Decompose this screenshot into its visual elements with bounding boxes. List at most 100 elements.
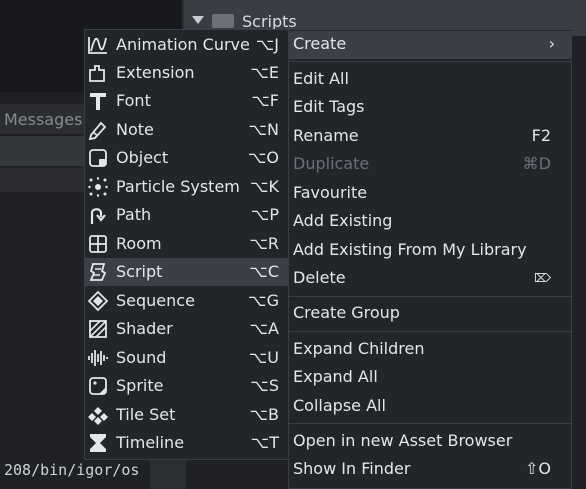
room-icon <box>89 235 107 253</box>
create-submenu: Animation Curve ⌥J Extension ⌥E Font ⌥F … <box>84 29 292 460</box>
menu-item-shortcut: ⌥F <box>251 91 279 110</box>
menu-item-expand-children[interactable]: Expand Children <box>289 336 571 364</box>
messages-tab[interactable]: Messages <box>0 104 86 134</box>
menu-item-note[interactable]: Note ⌥N <box>85 116 291 144</box>
menu-item-rename[interactable]: Rename F2 <box>289 123 571 151</box>
menu-item-extension[interactable]: Extension ⌥E <box>85 59 291 87</box>
menu-item-path[interactable]: Path ⌥P <box>85 201 291 229</box>
menu-item-shortcut: ⌥K <box>250 177 279 196</box>
delete-key-icon: ⌦ <box>534 271 551 285</box>
menu-item-animation-curve[interactable]: Animation Curve ⌥J <box>85 31 291 59</box>
menu-item-label: Rename <box>293 126 359 145</box>
messages-tab-label: Messages <box>4 110 83 129</box>
menu-item-timeline[interactable]: Timeline ⌥T <box>85 429 291 457</box>
path-icon <box>90 208 106 224</box>
menu-item-label: Collapse All <box>293 396 386 415</box>
menu-item-label: Add Existing <box>293 211 393 230</box>
menu-item-font[interactable]: Font ⌥F <box>85 87 291 115</box>
menu-item-label: Sequence <box>116 291 195 310</box>
menu-item-particle-system[interactable]: Particle System ⌥K <box>85 173 291 201</box>
menu-item-label: Create Group <box>293 303 400 322</box>
menu-separator <box>289 296 571 297</box>
menu-item-shortcut: ⇧O <box>525 459 551 478</box>
messages-toolbar <box>0 136 86 166</box>
menu-item-shader[interactable]: Shader ⌥A <box>85 315 291 343</box>
sound-icon <box>88 350 108 366</box>
menu-item-label: Note <box>116 120 154 139</box>
menu-item-create-group[interactable]: Create Group <box>289 300 571 328</box>
menu-item-label: Animation Curve <box>116 35 250 54</box>
extension-icon <box>89 65 105 82</box>
menu-item-script[interactable]: Script ⌥C <box>85 258 291 286</box>
menu-item-edit-all[interactable]: Edit All <box>289 66 571 94</box>
menu-item-shortcut: ⌥E <box>250 63 279 82</box>
menu-item-label: Extension <box>116 63 195 82</box>
tile-set-icon <box>88 407 108 425</box>
sequence-icon <box>87 290 109 312</box>
menu-item-label: Font <box>116 91 151 110</box>
asset-context-menu: Create › Edit All Edit Tags Rename F2 Du… <box>288 29 572 489</box>
menu-item-label: Path <box>116 205 152 224</box>
menu-separator <box>289 61 571 62</box>
folder-icon <box>212 14 234 28</box>
menu-item-expand-all[interactable]: Expand All <box>289 364 571 392</box>
chevron-right-icon: › <box>548 34 555 53</box>
menu-item-shortcut: ⌥U <box>248 348 279 367</box>
menu-item-label: Show In Finder <box>293 459 411 478</box>
menu-item-label: Edit All <box>293 69 349 88</box>
menu-item-shortcut: ⌥C <box>249 262 279 281</box>
menu-item-add-existing-from-library[interactable]: Add Existing From My Library <box>289 237 571 265</box>
expand-triangle-icon[interactable] <box>192 16 204 24</box>
shader-icon <box>89 320 107 338</box>
menu-item-collapse-all[interactable]: Collapse All <box>289 393 571 421</box>
menu-separator <box>289 423 571 424</box>
menu-item-label: Duplicate <box>293 154 370 173</box>
console-output-line: 208/bin/igor/os <box>4 461 140 479</box>
menu-item-label: Add Existing From My Library <box>293 240 527 259</box>
animation-curve-icon <box>88 37 107 54</box>
menu-item-label: Delete <box>293 268 346 287</box>
menu-item-edit-tags[interactable]: Edit Tags <box>289 94 571 122</box>
menu-item-delete[interactable]: Delete ⌦ <box>289 265 571 293</box>
menu-item-label: Script <box>116 262 163 281</box>
messages-list-header <box>0 168 86 192</box>
menu-item-shortcut: ⌥J <box>255 35 279 54</box>
scrollbar-area <box>150 458 186 489</box>
menu-item-label: Favourite <box>293 183 368 202</box>
timeline-icon <box>90 434 106 452</box>
menu-item-shortcut: ⌘D <box>522 154 551 173</box>
menu-item-create[interactable]: Create › <box>289 31 571 59</box>
menu-item-label: Edit Tags <box>293 97 365 116</box>
menu-item-label: Particle System <box>116 177 240 196</box>
menu-item-add-existing[interactable]: Add Existing <box>289 208 571 236</box>
menu-separator <box>289 331 571 332</box>
menu-item-sound[interactable]: Sound ⌥U <box>85 344 291 372</box>
menu-item-label: Open in new Asset Browser <box>293 431 513 450</box>
menu-item-tile-set[interactable]: Tile Set ⌥B <box>85 401 291 429</box>
menu-item-label: Room <box>116 234 162 253</box>
menu-item-favourite[interactable]: Favourite <box>289 180 571 208</box>
menu-item-shortcut: ⌥N <box>248 120 279 139</box>
menu-item-sprite[interactable]: Sprite ⌥S <box>85 372 291 400</box>
menu-item-label: Sprite <box>116 376 164 395</box>
menu-item-shortcut: ⌥O <box>247 148 279 167</box>
menu-item-shortcut: ⌥P <box>250 205 279 224</box>
menu-item-room[interactable]: Room ⌥R <box>85 230 291 258</box>
script-icon <box>89 263 107 281</box>
menu-item-object[interactable]: Object ⌥O <box>85 144 291 172</box>
sprite-icon <box>89 377 107 395</box>
menu-item-sequence[interactable]: Sequence ⌥G <box>85 287 291 315</box>
menu-item-label: Expand Children <box>293 339 425 358</box>
object-icon <box>89 149 107 167</box>
menu-item-label: Sound <box>116 348 167 367</box>
menu-item-shortcut: F2 <box>531 126 551 145</box>
menu-item-open-new-asset-browser[interactable]: Open in new Asset Browser <box>289 428 571 456</box>
note-icon <box>88 121 107 141</box>
menu-item-label: Tile Set <box>116 405 176 424</box>
menu-item-show-in-finder[interactable]: Show In Finder ⇧O <box>289 456 571 484</box>
menu-item-label: Create <box>293 34 347 53</box>
menu-item-shortcut: ⌥R <box>249 234 279 253</box>
font-icon <box>90 93 106 110</box>
menu-item-shortcut: ⌥A <box>249 319 279 338</box>
menu-item-label: Expand All <box>293 367 378 386</box>
